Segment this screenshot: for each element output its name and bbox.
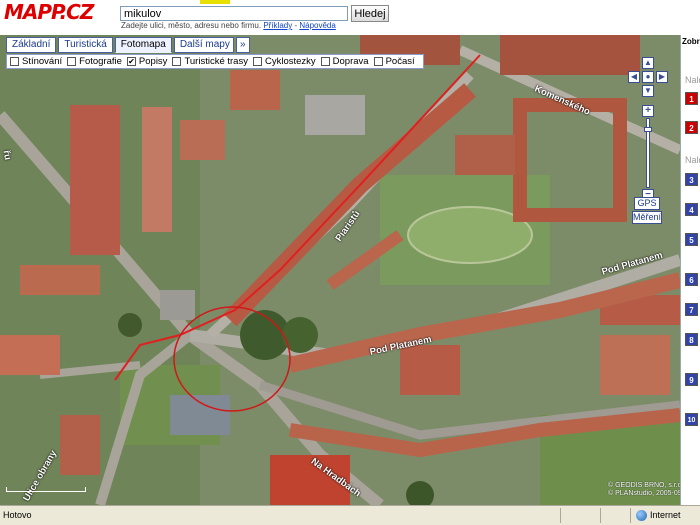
layer-turisticke-trasy[interactable]: Turistické trasy <box>172 56 248 67</box>
pan-left-icon[interactable]: ◀ <box>628 71 640 83</box>
header: MAPP.CZ Hledej Zadejte ulici, město, adr… <box>0 0 700 35</box>
layer-label: Fotografie <box>79 56 122 67</box>
search-input[interactable] <box>120 6 348 21</box>
copyright-line-2: © PLANstudio, 2005-09 <box>608 490 680 497</box>
zoom-control: + − <box>642 105 654 201</box>
checkbox[interactable] <box>252 57 262 66</box>
pan-right-icon[interactable]: ▶ <box>656 71 668 83</box>
pan-center-icon[interactable]: ● <box>642 71 654 83</box>
checkbox-checked[interactable]: ✔ <box>126 57 136 66</box>
internet-zone-icon <box>636 510 647 521</box>
zoom-in-button[interactable]: + <box>642 105 654 117</box>
layer-stinovani[interactable]: Stínování <box>10 56 62 67</box>
scale-bar <box>6 487 86 492</box>
map-view[interactable]: Komenského Piaristů Pod Platanem Pod Pla… <box>0 35 680 505</box>
search-hint: Zadejte ulici, město, adresu nebo firmu.… <box>121 21 336 30</box>
status-divider <box>600 508 601 523</box>
layer-label: Stínování <box>22 56 63 67</box>
panel-section-2: Nalo <box>685 155 700 165</box>
gps-button[interactable]: GPS <box>634 197 660 210</box>
logo-accent-bar <box>200 0 230 4</box>
map-type-tabs: Základní Turistická Fotomapa Další mapy … <box>6 37 250 53</box>
result-marker-10[interactable]: 10 <box>685 413 698 426</box>
layer-doprava[interactable]: Doprava <box>320 56 369 67</box>
security-zone-label: Internet <box>650 510 681 520</box>
hint-separator: - <box>294 21 298 30</box>
tab-fotomapa[interactable]: Fotomapa <box>114 37 172 53</box>
layer-toolbar: Stínování Fotografie ✔ Popisy Turistické … <box>6 54 424 69</box>
panel-section-1: Nalo <box>685 75 700 85</box>
layer-fotografie[interactable]: Fotografie <box>67 56 122 67</box>
tab-more-arrow[interactable]: » <box>235 37 250 53</box>
layer-label: Počasí <box>385 56 415 67</box>
result-marker-3[interactable]: 3 <box>685 173 698 186</box>
result-marker-1[interactable]: 1 <box>685 92 698 105</box>
checkbox[interactable] <box>10 57 19 66</box>
tab-dalsi-mapy[interactable]: Další mapy <box>173 37 234 53</box>
zoom-slider-thumb[interactable] <box>644 127 652 132</box>
pan-down-icon[interactable]: ▼ <box>642 85 654 97</box>
result-marker-6[interactable]: 6 <box>685 273 698 286</box>
pan-control: ▲ ◀ ● ▶ ▼ <box>628 57 668 97</box>
layer-label: Cyklostezky <box>264 56 316 67</box>
zoom-slider-track[interactable] <box>644 118 652 188</box>
result-marker-4[interactable]: 4 <box>685 203 698 216</box>
panel-header: Zobr <box>682 37 700 46</box>
status-divider <box>560 508 561 523</box>
result-marker-8[interactable]: 8 <box>685 333 698 346</box>
result-marker-7[interactable]: 7 <box>685 303 698 316</box>
copyright-line-1: © GEODIS BRNO, s.r.o. <box>608 482 680 489</box>
tab-zakladni[interactable]: Základní <box>6 37 57 53</box>
hint-text: Zadejte ulici, město, adresu nebo firmu. <box>121 21 262 30</box>
results-panel: Zobr Nalo 1 2 Nalo 3 4 5 6 7 8 9 10 <box>680 35 700 505</box>
pan-up-icon[interactable]: ▲ <box>642 57 654 69</box>
copyright-notice: © GEODIS BRNO, s.r.o. © PLANstudio, 2005… <box>608 482 680 498</box>
layer-cyklostezky[interactable]: Cyklostezky <box>252 56 316 67</box>
street-label-left-top: řu <box>0 149 14 161</box>
checkbox[interactable] <box>373 57 383 66</box>
layer-pocasi[interactable]: Počasí <box>373 56 415 67</box>
checkbox[interactable] <box>67 57 77 66</box>
browser-status-bar: Hotovo Internet <box>0 505 700 525</box>
checkbox[interactable] <box>172 57 182 66</box>
status-divider <box>630 508 631 523</box>
tab-turisticka[interactable]: Turistická <box>58 37 113 53</box>
layer-popisy[interactable]: ✔ Popisy <box>126 56 168 67</box>
status-text: Hotovo <box>3 510 32 520</box>
result-marker-5[interactable]: 5 <box>685 233 698 246</box>
examples-link[interactable]: Příklady <box>263 21 292 30</box>
layer-label: Popisy <box>138 56 168 67</box>
measure-button[interactable]: Měření <box>632 211 662 224</box>
search-button[interactable]: Hledej <box>351 5 389 22</box>
result-marker-9[interactable]: 9 <box>685 373 698 386</box>
layer-label: Doprava <box>332 56 369 67</box>
checkbox[interactable] <box>320 57 330 66</box>
layer-label: Turistické trasy <box>184 56 248 67</box>
logo[interactable]: MAPP.CZ <box>4 0 94 24</box>
result-marker-2[interactable]: 2 <box>685 121 698 134</box>
help-link[interactable]: Nápověda <box>299 21 335 30</box>
